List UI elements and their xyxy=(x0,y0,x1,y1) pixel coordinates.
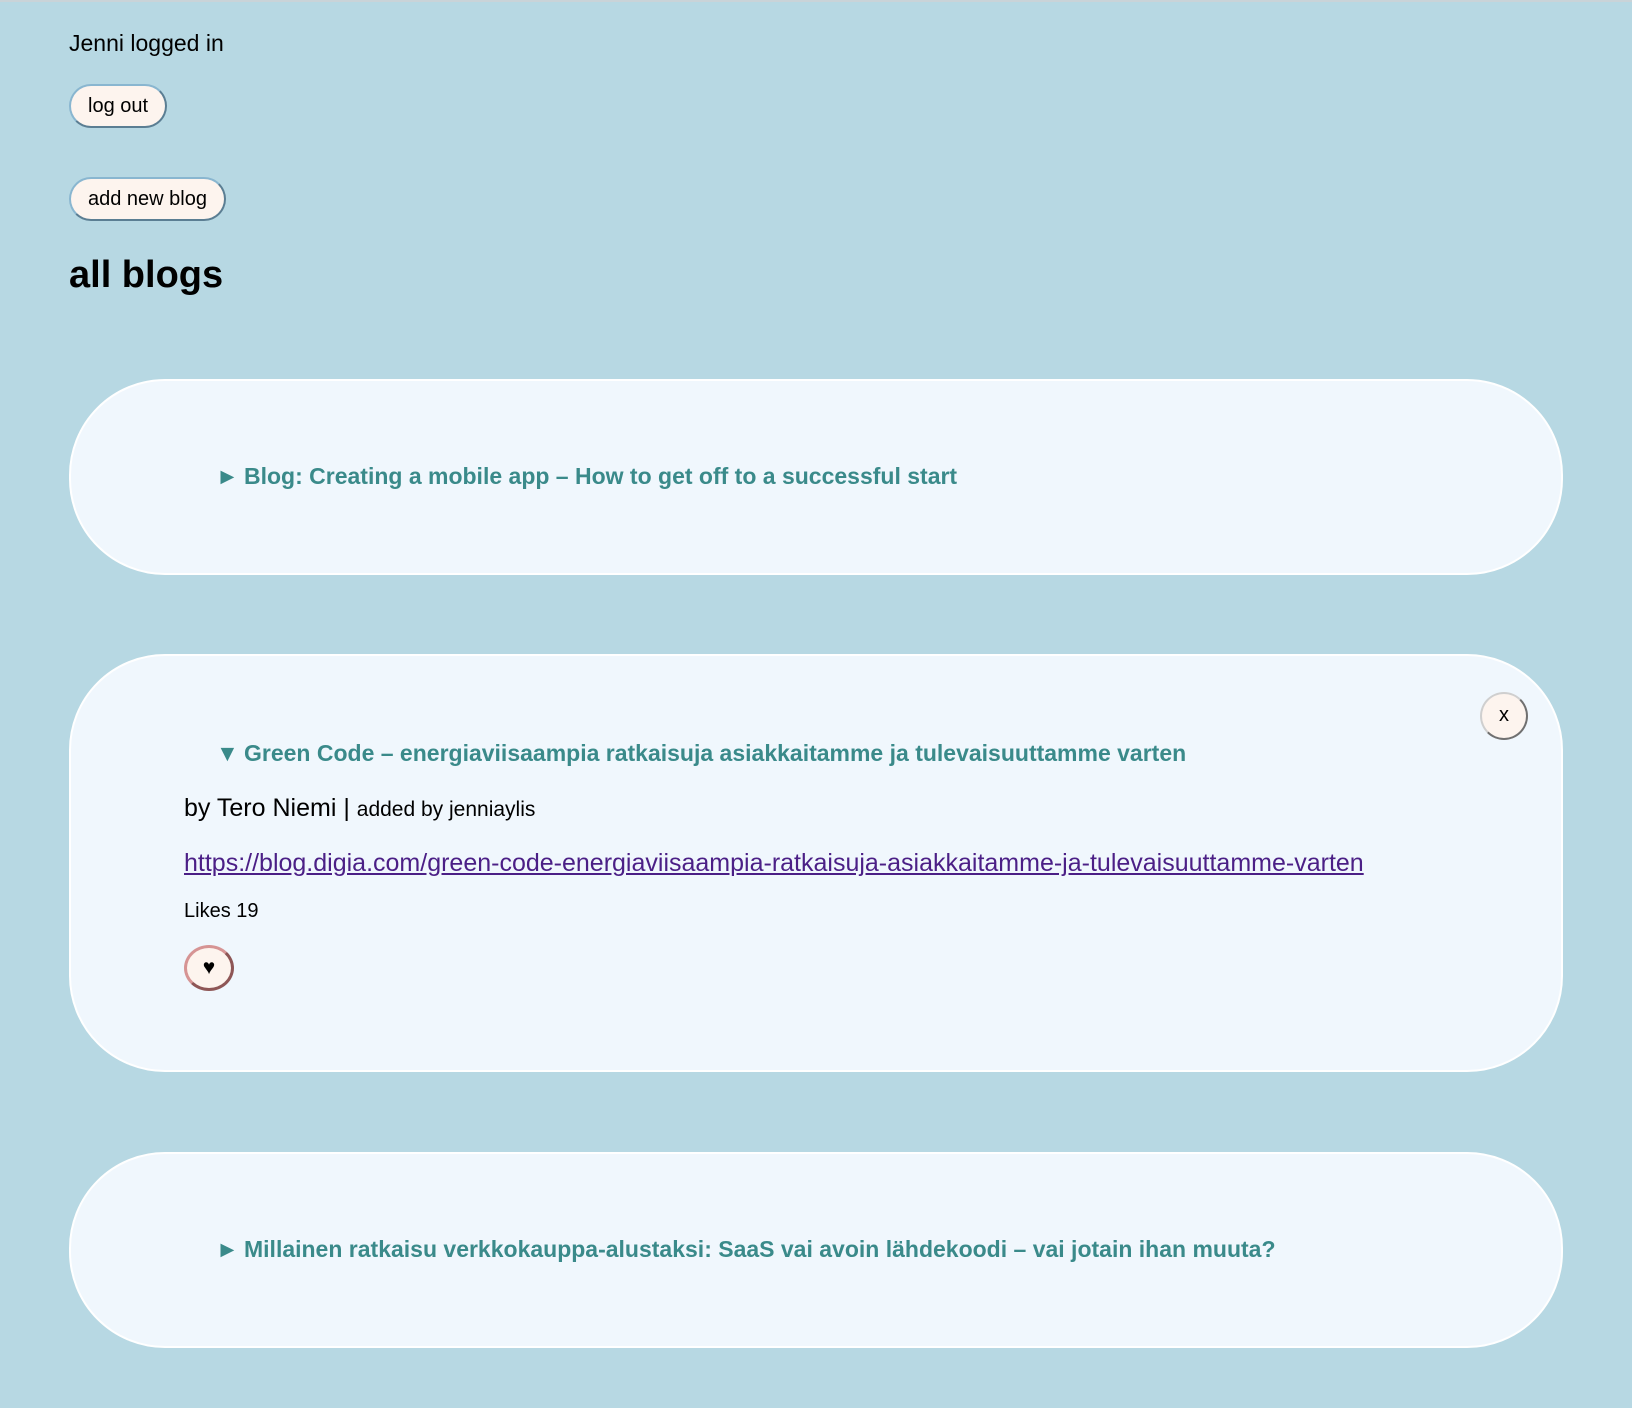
byline-separator: | xyxy=(336,794,357,822)
like-button[interactable]: ♥ xyxy=(184,945,234,991)
logout-button[interactable]: log out xyxy=(69,84,168,128)
blog-added-by: added by jenniaylis xyxy=(356,798,536,821)
expand-triangle-icon: ► xyxy=(216,1236,239,1262)
blog-author: by Tero Niemi xyxy=(184,794,337,822)
blog-title: Millainen ratkaisu verkkokauppa-alustaks… xyxy=(244,1236,1276,1262)
remove-blog-button[interactable]: x xyxy=(1480,692,1528,740)
blog-toggle[interactable]: ► Millainen ratkaisu verkkokauppa-alustak… xyxy=(216,1234,1276,1264)
heart-icon: ♥ xyxy=(202,956,216,979)
blog-toggle[interactable]: ► Blog: Creating a mobile app – How to ge… xyxy=(216,461,957,491)
logged-in-status: Jenni logged in xyxy=(69,30,224,56)
blog-title: Green Code – energiaviisaampia ratkaisuj… xyxy=(244,740,1187,766)
blog-likes-count: Likes 19 xyxy=(184,900,259,922)
page-title: all blogs xyxy=(69,254,224,296)
blog-card: ► Millainen ratkaisu verkkokauppa-alustak… xyxy=(69,1152,1563,1348)
blog-title: Blog: Creating a mobile app – How to get… xyxy=(244,463,958,489)
add-new-blog-button[interactable]: add new blog xyxy=(69,177,226,221)
blog-byline: by Tero Niemi | added by jenniaylis xyxy=(184,792,535,826)
collapse-triangle-icon: ▼ xyxy=(216,740,239,766)
expand-triangle-icon: ► xyxy=(216,463,239,489)
blog-card: ► Blog: Creating a mobile app – How to ge… xyxy=(69,379,1563,575)
blog-toggle[interactable]: ▼ Green Code – energiaviisaampia ratkaisu… xyxy=(216,738,1186,768)
blog-url-link[interactable]: https://blog.digia.com/green-code-energi… xyxy=(184,847,1364,879)
blog-card-expanded: x ▼ Green Code – energiaviisaampia ratkai… xyxy=(69,654,1563,1072)
